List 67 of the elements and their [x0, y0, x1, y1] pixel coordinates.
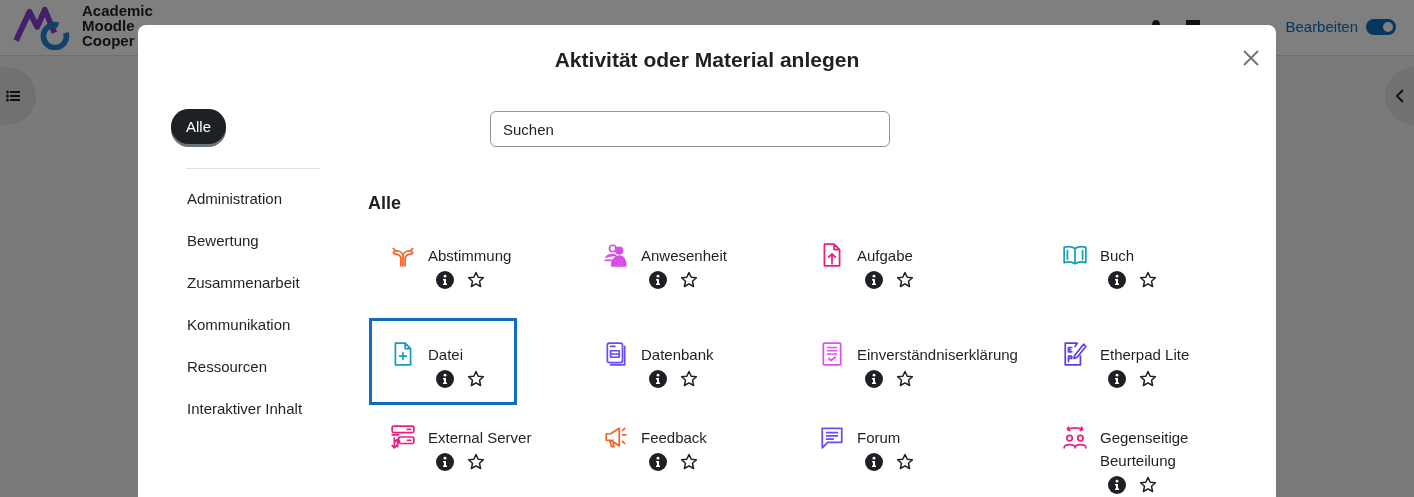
info-icon[interactable] — [649, 271, 667, 289]
category-link[interactable]: Interaktiver Inhalt — [187, 399, 303, 441]
edit-mode-label: Bearbeiten — [1285, 18, 1358, 35]
activity-name: Datei — [428, 345, 465, 365]
star-icon[interactable] — [467, 271, 485, 289]
activity-tile[interactable]: Datenbank — [582, 318, 797, 405]
activity-tile[interactable]: Etherpad Lite — [1041, 318, 1240, 405]
activity-tile[interactable]: Forum — [798, 405, 1040, 492]
category-link[interactable]: Zusammenarbeit — [187, 273, 300, 315]
star-icon[interactable] — [1139, 370, 1157, 388]
brand-name: Academic — [82, 3, 153, 18]
activity-name: Abstimmung — [428, 246, 512, 266]
close-icon[interactable] — [1242, 49, 1260, 67]
star-icon[interactable] — [680, 271, 698, 289]
info-icon[interactable] — [1108, 271, 1126, 289]
info-icon[interactable] — [865, 271, 883, 289]
star-icon[interactable] — [896, 370, 914, 388]
star-icon[interactable] — [680, 370, 698, 388]
activity-name: Buch — [1100, 246, 1136, 266]
category-link[interactable]: Administration — [187, 189, 283, 231]
list-icon — [6, 90, 20, 102]
info-icon[interactable] — [865, 453, 883, 471]
activity-name: Forum — [857, 428, 902, 448]
brand-name: Cooper — [82, 33, 136, 48]
activity-tile[interactable]: Einverständniserklärung — [798, 318, 1040, 405]
activity-tile[interactable]: Gegenseitige Beurteilung — [1041, 405, 1240, 492]
search-field[interactable]: Suchen — [490, 111, 890, 147]
modal-title: Aktivität oder Material anlegen — [554, 48, 860, 72]
activity-name: Datenbank — [641, 345, 714, 365]
filter-tab[interactable]: Alle — [171, 109, 226, 144]
category-link[interactable]: Kommunikation — [187, 315, 291, 357]
activity-tile[interactable]: Abstimmung — [369, 231, 581, 318]
edit-mode-toggle[interactable] — [1366, 18, 1396, 35]
section-title: Alle — [368, 193, 402, 214]
star-icon[interactable] — [467, 370, 485, 388]
info-icon[interactable] — [436, 453, 454, 471]
activity-tile[interactable]: External Server — [369, 405, 581, 492]
star-icon[interactable] — [680, 453, 698, 471]
info-icon[interactable] — [649, 453, 667, 471]
logo-icon — [12, 4, 70, 50]
star-icon[interactable] — [467, 453, 485, 471]
star-icon[interactable] — [1139, 476, 1157, 494]
info-icon[interactable] — [436, 370, 454, 388]
activity-tile[interactable]: Feedback — [582, 405, 797, 492]
activity-name: Einverständniserklärung — [857, 345, 1018, 365]
activity-name: Feedback — [641, 428, 707, 448]
activity-tile[interactable]: Anwesenheit — [582, 231, 797, 318]
star-icon[interactable] — [896, 271, 914, 289]
chevron-left-icon — [1395, 88, 1405, 104]
info-icon[interactable] — [1108, 370, 1126, 388]
activity-name: Anwesenheit — [641, 246, 727, 266]
star-icon[interactable] — [1139, 271, 1157, 289]
info-icon[interactable] — [436, 271, 454, 289]
activity-tile[interactable]: Aufgabe — [798, 231, 1040, 318]
category-link[interactable]: Bewertung — [187, 231, 259, 273]
activity-name: Gegenseitige Beurteilung — [1100, 428, 1190, 471]
brand-name: Moodle — [82, 18, 136, 33]
activity-name: External Server — [428, 428, 532, 448]
activity-name: Etherpad Lite — [1100, 345, 1190, 365]
activity-tile[interactable]: Datei — [369, 318, 517, 405]
info-icon[interactable] — [649, 370, 667, 388]
info-icon[interactable] — [865, 370, 883, 388]
activity-tile[interactable]: Buch — [1041, 231, 1240, 318]
activity-name: Aufgabe — [857, 246, 914, 266]
info-icon[interactable] — [1108, 476, 1126, 494]
category-link[interactable]: Ressourcen — [187, 357, 268, 399]
star-icon[interactable] — [896, 453, 914, 471]
